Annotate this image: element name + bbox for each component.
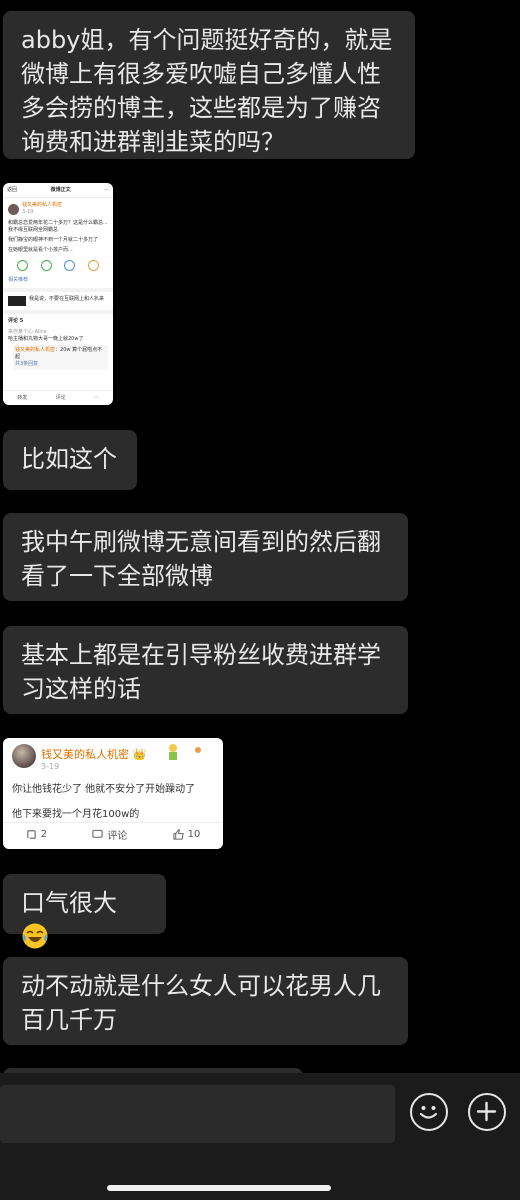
weibo-post-text-2: 他下来要找一个月花100w的 [12,809,140,820]
repost-action: 2 [26,829,47,840]
back-link: 返回 [7,186,18,193]
weibo-text-2: 我们静宝的眼神不到一个月就二十多万了 [8,237,99,243]
comment-action: 评论 [92,827,127,842]
decorative-sticker-icon [169,744,201,760]
weibo-date: 3-19 [22,209,34,215]
like-action: 10 [173,828,201,840]
message-bubble[interactable]: 我中午刷微博无意间看到的然后翻看了一下全部微博 [3,513,408,601]
footer-comment: 评论 [55,394,66,401]
message-text: 基本上都是在引导粉丝收费进群学习这样的话 [21,641,381,703]
weibo-text-3: 在她眼里就是看个小孩户而... [8,247,73,253]
message-bubble[interactable]: 基本上都是在引导粉丝收费进群学习这样的话 [3,626,408,714]
weibo-action-icons [11,260,105,271]
wechat-icon [17,260,29,271]
weibo-actions: 2 评论 10 [3,822,223,845]
thumbs-up-icon [173,828,184,840]
repost-count: 2 [40,828,48,840]
weibo-header: 返回 微博正文 ··· [3,183,113,198]
weibo-post-text-1: 你让他钱花少了 他就不安分了开始躁动了 [12,784,196,795]
related-link: 相关推荐 [8,277,29,283]
comment-icon [92,829,103,838]
weibo-share-icon [87,260,99,271]
qq-icon [64,260,76,271]
message-input[interactable] [0,1085,395,1143]
message-bubble[interactable]: abby姐，有个问题挺好奇的，就是微博上有很多爱吹嘘自己多懂人性多会捞的博主，这… [3,11,415,159]
emoji-icon [419,1106,438,1119]
reply-username: 钱又美的私人机密 [15,347,56,353]
weibo-title: 微博正文 [50,186,71,193]
laugh-cry-emoji [22,923,48,949]
weibo-date: 3-19 [41,762,60,771]
weibo-screenshot-image[interactable]: 返回 微博正文 ··· 钱又美的私人机密 3-19 和霸总恋爱两年花二十多万？这… [3,183,113,405]
weibo-username: 钱又美的私人机密 [22,202,63,208]
comments-tab: 评论 5 [8,318,24,324]
add-button[interactable] [468,1093,506,1131]
chat-input-bar [0,1073,520,1200]
weibo-footer: 转发 评论 ♡ [3,390,113,405]
comment-text: 哈主播和丸物大哥一晚上就20w了 [8,336,84,342]
comment-label: 评论 [107,830,128,842]
message-text: 动不动就是什么女人可以花男人几百几千万 [21,972,381,1034]
repost-icon [26,829,36,839]
weibo-post-image[interactable]: 钱又美的私人机密 👑 3-19 你让他钱花少了 他就不安分了开始躁动了 他下来要… [3,738,223,849]
message-text: 口气很大 [21,889,117,917]
weibo-text-1: 和霸总恋爱两年花二十多万？这是什么霸总...我不缘互联网全网霸总 [8,220,108,233]
message-text: abby姐，有个问题挺好奇的，就是微博上有很多爱吹嘘自己多懂人性多会捞的博主，这… [21,26,393,156]
thumbnail [8,296,26,306]
message-text: 我中午刷微博无意间看到的然后翻看了一下全部微博 [21,528,381,590]
more-icon: ··· [104,186,109,193]
avatar [12,744,36,768]
message-bubble[interactable]: 口气很大 [3,874,166,949]
plus-icon [476,1101,497,1122]
commenter-name: 来自某个心 Alice [8,329,47,335]
like-count: 10 [187,828,201,840]
emoji-button[interactable] [410,1093,448,1131]
repost-text: 我是说，不要在互联网上和人扒来 [29,296,105,302]
message-bubble[interactable]: 动不动就是什么女人可以花男人几百几千万 [3,957,408,1045]
message-text: 比如这个 [21,445,117,473]
avatar [8,203,19,215]
message-bubble[interactable]: 比如这个 [3,430,137,490]
weibo-username: 钱又美的私人机密 👑 [41,748,147,761]
like-icon: ♡ [94,394,99,401]
home-indicator[interactable] [107,1185,331,1191]
reply-more-link: 共3条回复 [15,361,39,367]
footer-share: 转发 [17,394,28,401]
moments-icon [40,260,52,271]
